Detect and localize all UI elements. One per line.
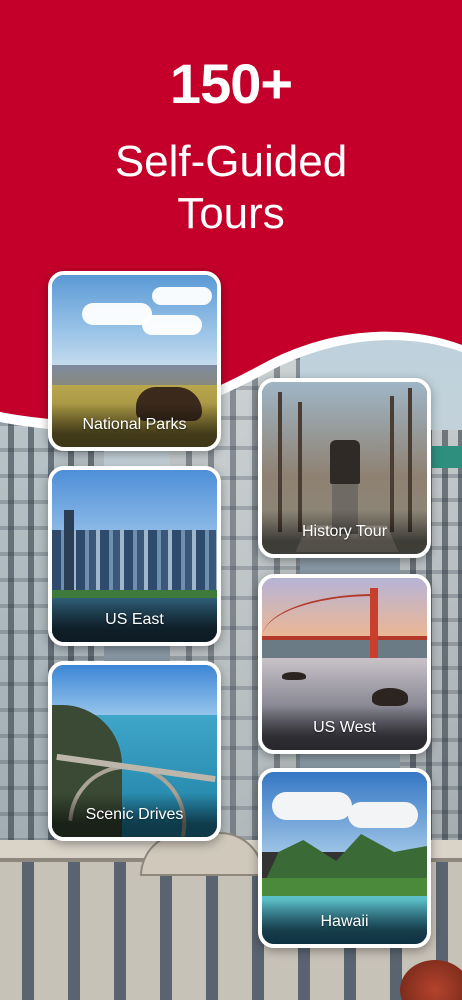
tour-label: National Parks bbox=[52, 403, 217, 447]
tour-card-us-west[interactable]: US West bbox=[258, 574, 431, 754]
bridge-icon bbox=[370, 588, 378, 658]
tour-card-national-parks[interactable]: National Parks bbox=[48, 271, 221, 451]
tour-label: US West bbox=[262, 706, 427, 750]
green-roof bbox=[428, 446, 462, 468]
tour-label: Hawaii bbox=[262, 900, 427, 944]
hero-title-line-2: Tours bbox=[177, 189, 285, 238]
tour-card-us-east[interactable]: US East bbox=[48, 466, 221, 646]
tour-label: US East bbox=[52, 598, 217, 642]
hero-count: 150+ bbox=[169, 52, 293, 115]
tour-card-history-tour[interactable]: History Tour bbox=[258, 378, 431, 558]
tour-label: History Tour bbox=[262, 510, 427, 554]
tour-label: Scenic Drives bbox=[52, 793, 217, 837]
hero-title-line-1: Self-Guided bbox=[114, 137, 348, 186]
tour-card-hawaii[interactable]: Hawaii bbox=[258, 768, 431, 948]
statue-icon bbox=[330, 440, 360, 484]
tour-card-scenic-drives[interactable]: Scenic Drives bbox=[48, 661, 221, 841]
